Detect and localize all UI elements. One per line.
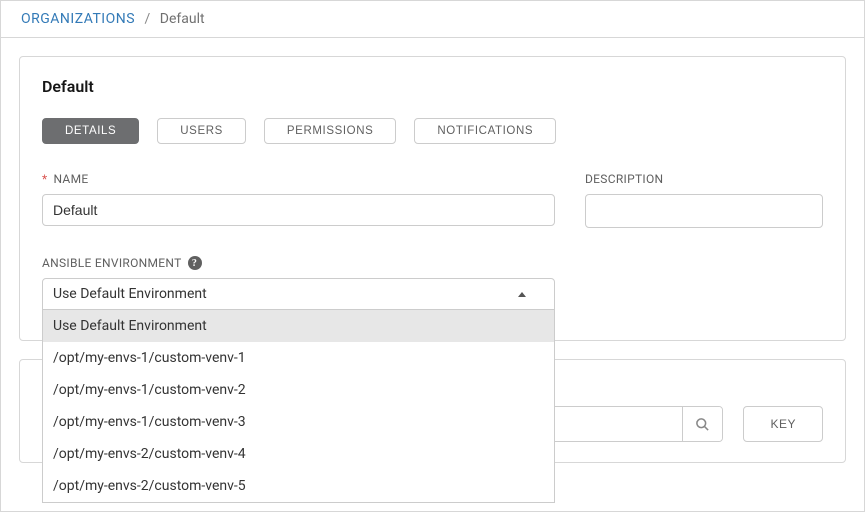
- breadcrumb-separator: /: [145, 11, 151, 27]
- ansible-environment-label: ANSIBLE ENVIRONMENT ?: [42, 256, 555, 270]
- ansible-environment-select[interactable]: Use Default Environment: [42, 278, 555, 310]
- search-icon: [695, 417, 710, 432]
- select-value: Use Default Environment: [53, 286, 207, 302]
- dropdown-item[interactable]: /opt/my-envs-2/custom-venv-4: [43, 438, 554, 470]
- description-label: DESCRIPTION: [585, 172, 823, 186]
- name-input[interactable]: [42, 194, 555, 226]
- caret-up-icon: [518, 292, 526, 297]
- key-button[interactable]: KEY: [743, 406, 823, 442]
- tabs: DETAILS USERS PERMISSIONS NOTIFICATIONS: [42, 118, 823, 144]
- breadcrumb-organizations-link[interactable]: ORGANIZATIONS: [21, 11, 135, 27]
- dropdown-item[interactable]: /opt/my-envs-1/custom-venv-1: [43, 342, 554, 374]
- dropdown-item[interactable]: /opt/my-envs-2/custom-venv-5: [43, 470, 554, 502]
- help-icon[interactable]: ?: [188, 256, 202, 270]
- dropdown-item[interactable]: /opt/my-envs-1/custom-venv-3: [43, 406, 554, 438]
- description-input[interactable]: [585, 194, 823, 228]
- dropdown-item[interactable]: Use Default Environment: [43, 310, 554, 342]
- breadcrumb-current: Default: [160, 11, 205, 27]
- breadcrumb: ORGANIZATIONS / Default: [1, 1, 864, 38]
- ansible-environment-dropdown: Use Default Environment /opt/my-envs-1/c…: [42, 310, 555, 503]
- panel-title: Default: [42, 77, 823, 96]
- tab-details[interactable]: DETAILS: [42, 118, 139, 144]
- tab-permissions[interactable]: PERMISSIONS: [264, 118, 396, 144]
- dropdown-item[interactable]: /opt/my-envs-1/custom-venv-2: [43, 374, 554, 406]
- name-label: * NAME: [42, 172, 555, 186]
- tab-notifications[interactable]: NOTIFICATIONS: [414, 118, 556, 144]
- search-button[interactable]: [682, 407, 722, 441]
- tab-users[interactable]: USERS: [157, 118, 246, 144]
- organization-panel: Default DETAILS USERS PERMISSIONS NOTIFI…: [19, 56, 846, 341]
- required-asterisk: *: [42, 172, 47, 186]
